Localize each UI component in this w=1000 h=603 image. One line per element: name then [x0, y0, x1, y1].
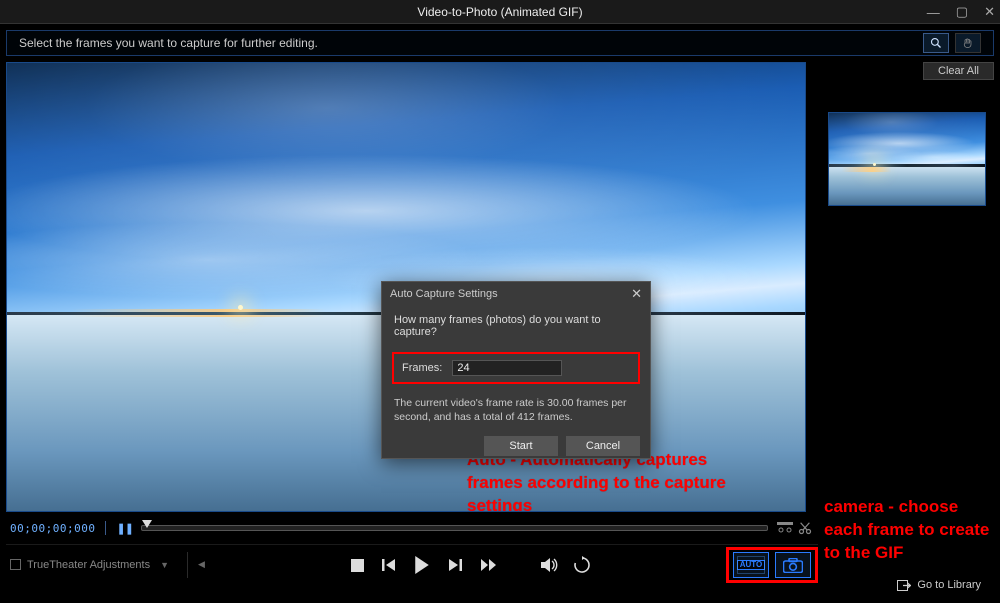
timecode: 00;00;00;000: [10, 522, 95, 535]
start-button[interactable]: Start: [484, 436, 558, 456]
maximize-icon[interactable]: ▢: [953, 4, 971, 20]
instruction-text: Select the frames you want to capture fo…: [19, 36, 318, 50]
seek-track[interactable]: [141, 525, 768, 531]
export-icon: [897, 580, 911, 591]
auto-capture-dialog: Auto Capture Settings ✕ How many frames …: [381, 281, 651, 459]
dialog-hint: The current video's frame rate is 30.00 …: [394, 396, 638, 424]
frames-label: Frames:: [402, 362, 442, 374]
fast-forward-button[interactable]: [480, 558, 498, 572]
chevron-left-icon[interactable]: ◀: [194, 559, 209, 570]
minimize-icon[interactable]: —: [924, 5, 943, 20]
volume-icon[interactable]: [541, 557, 559, 573]
auto-label: AUTO: [737, 560, 766, 571]
playhead-icon[interactable]: [142, 520, 152, 528]
chevron-down-icon[interactable]: ▼: [156, 560, 173, 570]
clear-all-button[interactable]: Clear All: [923, 62, 994, 80]
capture-buttons-highlight: AUTO: [726, 547, 818, 583]
scissors-icon[interactable]: [796, 519, 814, 537]
dialog-question: How many frames (photos) do you want to …: [394, 314, 638, 338]
close-icon[interactable]: ✕: [981, 4, 998, 20]
frames-input[interactable]: [452, 360, 562, 376]
play-button[interactable]: [414, 556, 430, 574]
pan-hand-button[interactable]: [955, 33, 981, 53]
prev-frame-button[interactable]: [382, 558, 396, 572]
dialog-close-icon[interactable]: ✕: [631, 286, 642, 302]
frames-row-highlight: Frames:: [392, 352, 640, 384]
truetheater-label: TrueTheater Adjustments: [27, 559, 150, 571]
window-title: Video-to-Photo (Animated GIF): [417, 5, 582, 19]
go-to-library-button[interactable]: Go to Library: [888, 575, 990, 595]
next-frame-button[interactable]: [448, 558, 462, 572]
captured-panel: Clear All camera - choose each frame to …: [818, 56, 1000, 601]
auto-capture-button[interactable]: AUTO: [733, 552, 769, 578]
camera-capture-button[interactable]: [775, 552, 811, 578]
timeline: 00;00;00;000 ❚❚: [6, 516, 818, 540]
captured-thumbnail[interactable]: [828, 112, 986, 206]
title-bar: Video-to-Photo (Animated GIF) — ▢ ✕: [0, 0, 1000, 24]
magnifier-button[interactable]: [923, 33, 949, 53]
go-to-library-label: Go to Library: [917, 579, 981, 591]
stop-button[interactable]: [351, 559, 364, 572]
cancel-button[interactable]: Cancel: [566, 436, 640, 456]
truetheater-checkbox[interactable]: [10, 559, 21, 570]
video-preview[interactable]: Auto - Automatically captures frames acc…: [6, 62, 806, 512]
dialog-title: Auto Capture Settings: [390, 288, 498, 300]
playback-controls: TrueTheater Adjustments ▼ ◀: [6, 544, 818, 584]
annotation-camera: camera - choose each frame to create to …: [824, 496, 994, 565]
mark-in-icon[interactable]: [776, 519, 794, 537]
instruction-bar: Select the frames you want to capture fo…: [6, 30, 994, 56]
timeline-pause-icon[interactable]: ❚❚: [116, 522, 132, 535]
loop-icon[interactable]: [573, 556, 591, 574]
